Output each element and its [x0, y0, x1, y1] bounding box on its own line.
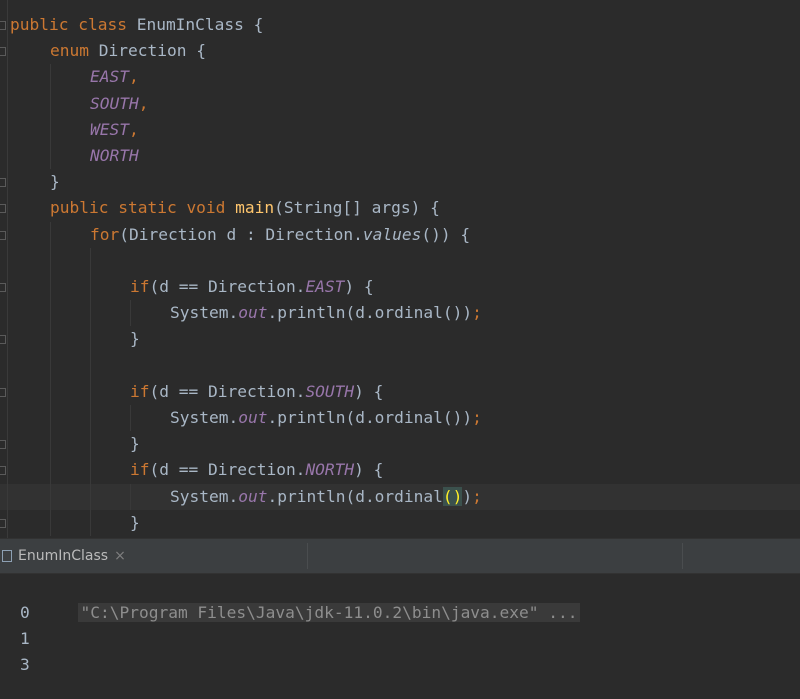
code-token: (d == Direction. — [149, 277, 306, 296]
code-line: for(Direction d : Direction.values()) { — [90, 222, 470, 248]
code-token: .println(d.ordinal()) — [267, 303, 473, 323]
code-line: System.out.println(d.ordinal()); — [170, 484, 482, 510]
code-token: SOUTH — [305, 381, 355, 401]
code-token: (d == Direction. — [149, 460, 306, 480]
code-line: } — [130, 510, 140, 536]
indent-guide — [50, 221, 51, 536]
code-line: WEST, — [90, 117, 139, 143]
run-config-icon — [2, 550, 12, 562]
code-token: ) { — [344, 277, 374, 296]
console-output-line: 1 — [20, 629, 30, 648]
code-line: if(d == Direction.EAST) { — [130, 274, 374, 300]
tab-separator — [682, 543, 683, 569]
code-line: if(d == Direction.SOUTH) { — [130, 379, 383, 405]
indent-guide — [90, 247, 91, 536]
indent-guide — [130, 300, 131, 327]
code-token: System. — [170, 303, 239, 323]
code-line: System.out.println(d.ordinal()); — [170, 300, 482, 326]
code-token: ) — [462, 486, 473, 506]
code-token: EAST — [305, 277, 345, 296]
code-token: WEST — [90, 119, 129, 139]
code-editor[interactable]: public class EnumInClass {enum Direction… — [0, 0, 800, 538]
fold-marker-icon[interactable] — [0, 21, 6, 30]
code-token: (d == Direction. — [149, 381, 306, 401]
code-line: NORTH — [90, 143, 139, 169]
code-token: .println(d.ordinal — [267, 486, 443, 506]
code-token: out — [238, 303, 268, 323]
code-token: .println(d.ordinal()) — [267, 408, 473, 427]
code-token: public static void — [50, 198, 236, 218]
run-command: "C:\Program Files\Java\jdk-11.0.2\bin\ja… — [78, 603, 580, 622]
code-token: ()) { — [421, 224, 471, 244]
code-token: ; — [472, 303, 482, 323]
code-token: } — [130, 434, 140, 454]
code-token: } — [50, 172, 60, 192]
code-token: if — [130, 277, 150, 296]
code-line: } — [50, 169, 60, 195]
fold-marker-icon[interactable] — [0, 518, 6, 528]
fold-marker-icon[interactable] — [0, 283, 6, 292]
code-line: if(d == Direction.NORTH) { — [130, 457, 383, 483]
code-token: } — [130, 329, 140, 349]
code-token: } — [130, 512, 140, 532]
code-token: ; — [472, 408, 482, 427]
code-token: values — [362, 224, 422, 244]
fold-marker-icon[interactable] — [0, 387, 6, 397]
code-line: EAST, — [90, 64, 139, 90]
code-token: ) { — [354, 381, 384, 401]
run-tab-bar: EnumInClass × — [0, 539, 800, 574]
code-line: System.out.println(d.ordinal()); — [170, 405, 482, 431]
code-token: out — [238, 408, 268, 427]
code-token: ; — [472, 486, 482, 506]
code-token: (Direction d : Direction. — [119, 224, 363, 244]
indent-guide — [130, 483, 131, 510]
console-output-line: 0 — [20, 603, 30, 622]
console-output-line: 3 — [20, 655, 30, 674]
code-line: SOUTH, — [90, 91, 148, 117]
fold-marker-icon[interactable] — [0, 47, 6, 57]
code-line: } — [130, 431, 140, 457]
code-line: public class EnumInClass { — [10, 12, 263, 38]
fold-marker-icon[interactable] — [0, 335, 6, 345]
run-tab-enuminclass[interactable]: EnumInClass × — [0, 539, 128, 573]
code-token: , — [128, 67, 139, 87]
close-icon[interactable]: × — [114, 548, 126, 564]
code-token: NORTH — [305, 460, 355, 480]
code-token: out — [238, 486, 268, 506]
code-token: ) { — [354, 460, 384, 480]
code-token: System. — [170, 408, 239, 427]
fold-marker-icon[interactable] — [0, 440, 6, 450]
code-token: () — [442, 486, 463, 506]
code-token: NORTH — [90, 146, 139, 165]
code-token: if — [130, 460, 150, 480]
code-token: System. — [170, 486, 239, 506]
code-token: , — [128, 119, 139, 139]
indent-guide — [50, 64, 51, 170]
code-token: if — [130, 381, 150, 401]
code-token: enum — [50, 41, 99, 61]
code-token: EAST — [90, 67, 129, 87]
fold-marker-icon[interactable] — [0, 178, 6, 188]
code-line: } — [130, 326, 140, 352]
run-tool-window: EnumInClass × "C:\Program Files\Java\jdk… — [0, 538, 800, 699]
code-line: public static void main(String[] args) { — [50, 195, 440, 221]
code-token: EnumInClass { — [136, 15, 264, 34]
code-token: for — [90, 224, 120, 244]
gutter-divider — [7, 0, 8, 538]
code-token: Direction { — [98, 41, 206, 61]
code-token: main — [235, 198, 275, 218]
code-token: SOUTH — [90, 93, 139, 113]
console-command-line: "C:\Program Files\Java\jdk-11.0.2\bin\ja… — [20, 574, 580, 622]
fold-marker-icon[interactable] — [0, 466, 6, 476]
fold-marker-icon[interactable] — [0, 230, 6, 240]
indent-guide — [130, 405, 131, 432]
fold-marker-icon[interactable] — [0, 204, 6, 214]
code-token: , — [138, 93, 149, 113]
code-token: public class — [10, 15, 137, 34]
code-token: (String[] args) { — [274, 198, 440, 218]
code-line: enum Direction { — [50, 38, 206, 64]
run-tab-label: EnumInClass — [18, 548, 109, 564]
tab-separator — [307, 543, 308, 569]
